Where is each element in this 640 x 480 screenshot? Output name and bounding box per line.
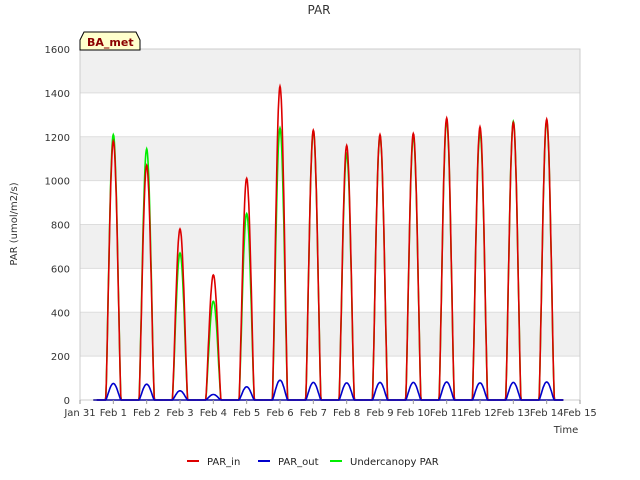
x-tick-label: Feb 9 — [366, 408, 393, 419]
legend-label: Undercanopy PAR — [350, 457, 439, 468]
y-axis-title: PAR (umol/m2/s) — [9, 182, 20, 265]
x-tick-label: Feb 13 — [497, 408, 531, 419]
x-tick-label: Feb 10 — [397, 408, 431, 419]
x-tick-label: Jan 31 — [63, 408, 95, 419]
y-tick-label: 600 — [51, 264, 70, 275]
background-band — [80, 356, 580, 400]
x-tick-label: Feb 8 — [333, 408, 360, 419]
x-tick-label: Feb 14 — [530, 408, 564, 419]
y-tick-label: 1400 — [45, 89, 70, 100]
legend-label: PAR_out — [278, 457, 319, 468]
chart-title: PAR — [307, 3, 330, 17]
x-tick-label: Feb 1 — [100, 408, 127, 419]
y-tick-label: 0 — [64, 396, 70, 407]
x-tick-label: Feb 4 — [200, 408, 227, 419]
x-tick-label: Feb 7 — [300, 408, 327, 419]
x-tick-labels: Jan 31 Feb 1 Feb 2 Feb 3 Feb 4 Feb 5 Feb 6 Feb … — [63, 400, 597, 419]
background-band — [80, 92, 580, 137]
legend-label: PAR_in — [207, 457, 240, 468]
x-axis-title: Time — [553, 425, 578, 436]
y-tick-label: 1000 — [45, 177, 70, 188]
y-tick-label: 1200 — [45, 133, 70, 144]
y-tick-label: 400 — [51, 308, 70, 319]
background-band — [80, 180, 580, 225]
background-band — [80, 312, 580, 357]
y-tick-labels: 0 200 400 600 800 1000 1200 1400 1600 — [45, 45, 70, 407]
x-tick-label: Feb 15 — [563, 408, 597, 419]
background-band — [80, 224, 580, 269]
x-tick-label: Feb 3 — [166, 408, 193, 419]
y-tick-label: 800 — [51, 221, 70, 232]
background-band — [80, 136, 580, 181]
y-tick-label: 1600 — [45, 45, 70, 56]
legend: PAR_in PAR_out Undercanopy PAR — [187, 457, 439, 468]
site-badge: BA_met — [79, 31, 141, 51]
par-chart: 0 200 400 600 800 1000 1200 1400 1600 Jan 31 Feb … — [9, 3, 597, 468]
background-band — [80, 268, 580, 313]
background-band — [80, 49, 580, 93]
y-tick-label: 200 — [51, 352, 70, 363]
badge-label: BA_met — [87, 36, 134, 49]
x-tick-label: Feb 2 — [133, 408, 160, 419]
x-tick-label: Feb 6 — [266, 408, 293, 419]
x-tick-label: Feb 11 — [430, 408, 464, 419]
x-tick-label: Feb 5 — [233, 408, 260, 419]
x-tick-label: Feb 12 — [463, 408, 497, 419]
